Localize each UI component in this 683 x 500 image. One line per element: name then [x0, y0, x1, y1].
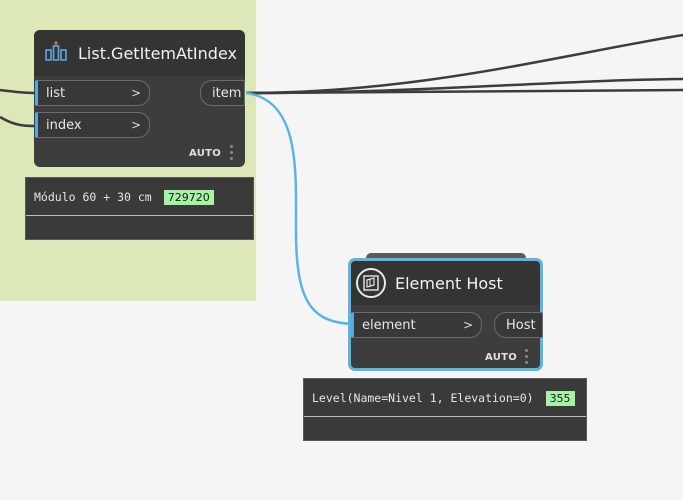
lacing-label[interactable]: AUTO [485, 352, 517, 363]
preview-text: Level(Name=Nivel 1, Elevation=0) [312, 391, 534, 405]
element-host-icon [356, 268, 386, 298]
node-preview-get-item[interactable]: Módulo 60 + 30 cm 729720 [25, 177, 254, 240]
port-label: index [46, 117, 82, 133]
input-port-list[interactable]: list > [35, 80, 150, 106]
port-chevron: > [462, 318, 473, 332]
port-chevron: > [130, 118, 141, 132]
node-title: List.GetItemAtIndex [78, 43, 237, 63]
node-title: Element Host [395, 273, 503, 293]
preview-text: Módulo 60 + 30 cm [34, 190, 152, 204]
node-menu-icon[interactable] [525, 349, 529, 364]
input-port-element[interactable]: element > [351, 312, 482, 338]
graph-canvas[interactable]: List.GetItemAtIndex list > index > item … [0, 0, 683, 500]
output-port-item[interactable]: item [200, 80, 245, 106]
wire-item-to-element[interactable] [245, 91, 353, 326]
wire-item-out-1[interactable] [245, 33, 683, 95]
wire-item-out-2[interactable] [245, 77, 683, 95]
preview-value-badge: 355 [545, 390, 575, 406]
preview-value-badge: 729720 [163, 189, 214, 205]
preview-divider [304, 416, 586, 417]
lacing-label[interactable]: AUTO [189, 148, 221, 159]
node-menu-icon[interactable] [230, 145, 234, 160]
port-chevron: > [130, 86, 141, 100]
port-label: element [362, 317, 416, 333]
wire-item-out-3[interactable] [245, 88, 683, 95]
preview-divider [26, 215, 253, 216]
output-port-host[interactable]: Host [494, 312, 543, 338]
port-label: item [212, 85, 242, 101]
input-port-index[interactable]: index > [35, 112, 150, 138]
node-preview-element-host[interactable]: Level(Name=Nivel 1, Elevation=0) 355 [303, 378, 587, 441]
port-label: Host [506, 317, 536, 333]
port-label: list [46, 85, 66, 101]
list-get-item-icon [45, 41, 67, 61]
